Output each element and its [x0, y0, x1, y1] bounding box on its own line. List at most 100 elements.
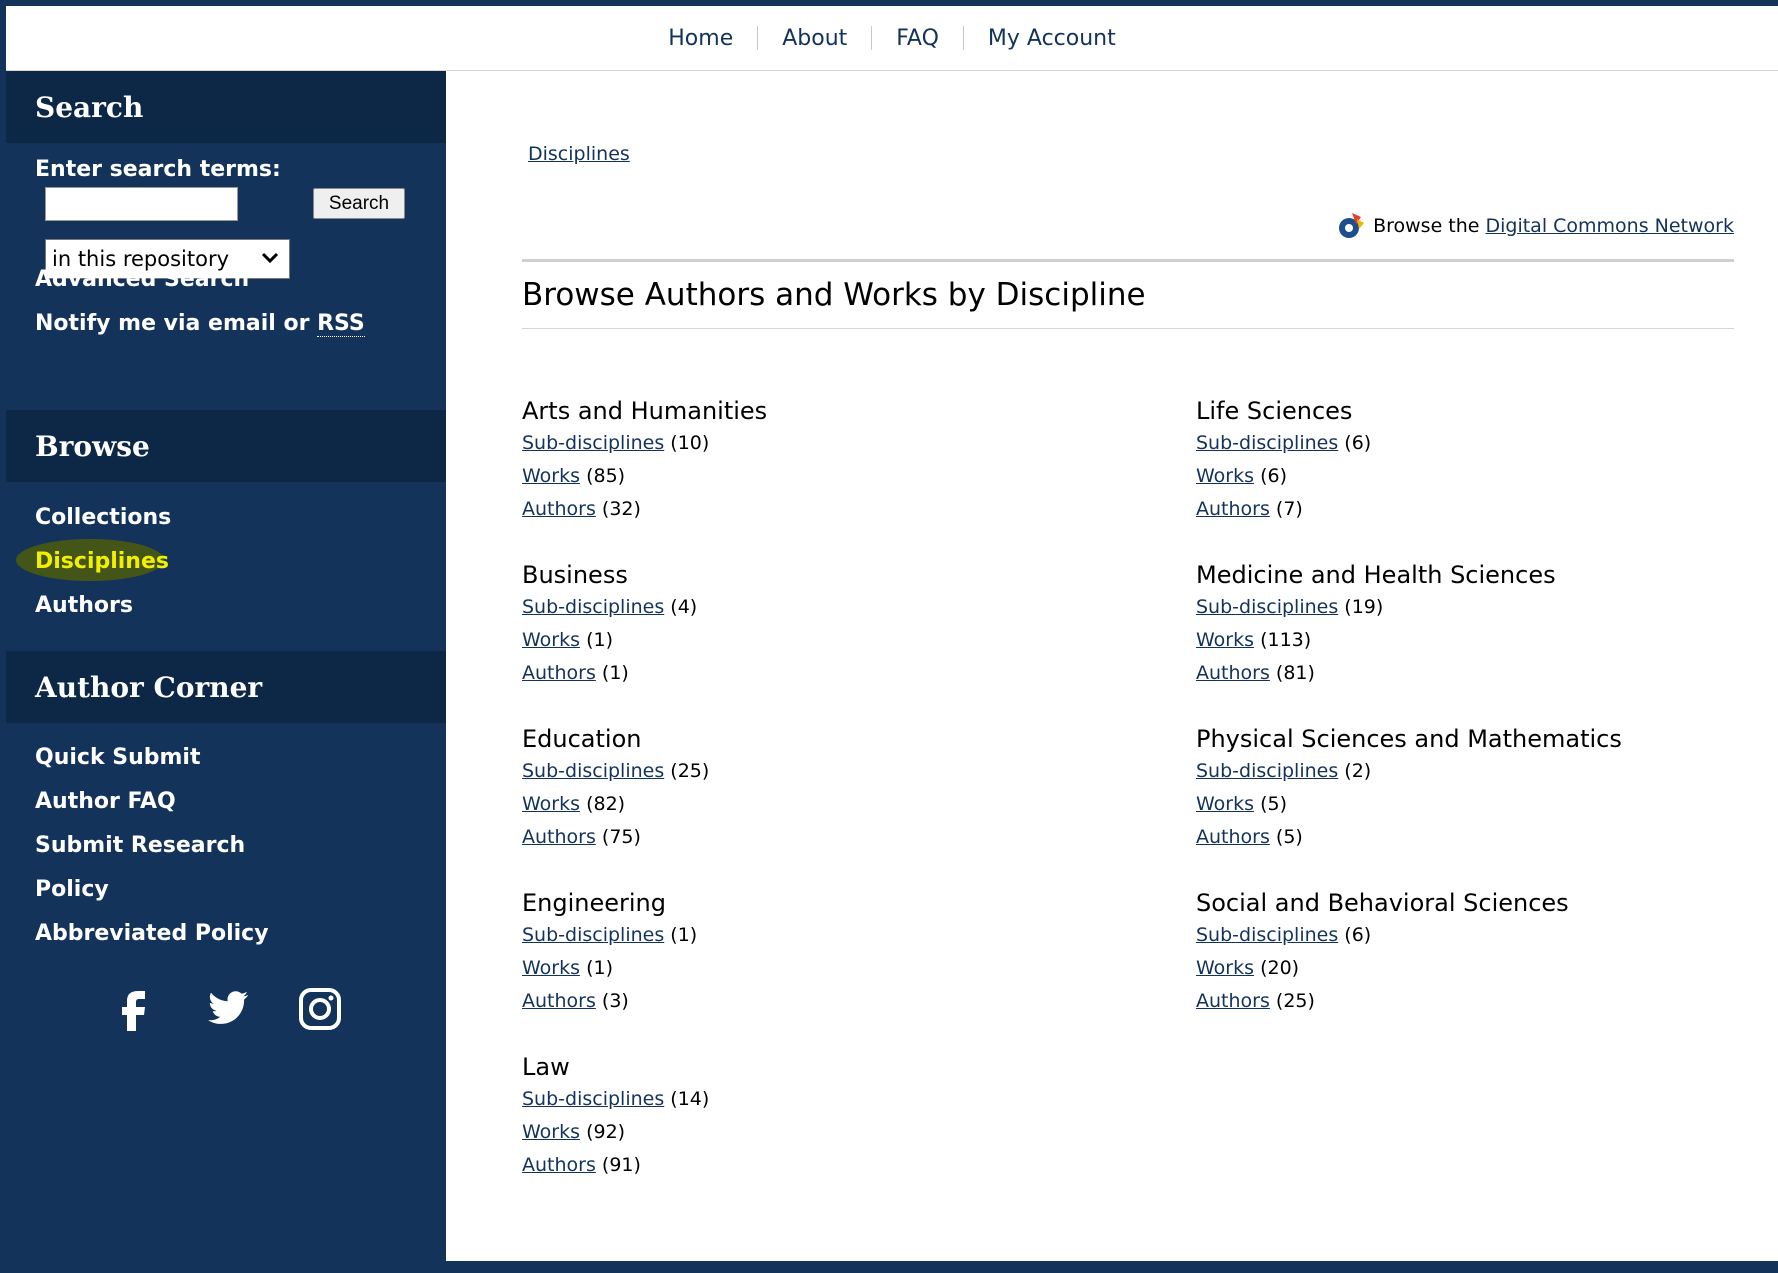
- subdisciplines-link[interactable]: Sub-disciplines: [522, 432, 664, 454]
- discipline-name: Medicine and Health Sciences: [1196, 561, 1556, 589]
- discipline-block: Arts and Humanities Sub-disciplines (10)…: [522, 395, 1082, 526]
- discipline-block: Engineering Sub-disciplines (1) Works (1…: [522, 887, 1082, 1018]
- browse-disciplines-link[interactable]: Disciplines: [35, 549, 169, 574]
- subdisciplines-link[interactable]: Sub-disciplines: [522, 760, 664, 782]
- browse-heading: Browse: [6, 410, 446, 482]
- works-count: (92): [586, 1121, 626, 1143]
- advanced-search-link[interactable]: Advanced Search: [35, 267, 249, 292]
- subdisciplines-link[interactable]: Sub-disciplines: [522, 924, 664, 946]
- search-button[interactable]: Search: [313, 188, 405, 219]
- discipline-name: Law: [522, 1053, 570, 1081]
- works-link[interactable]: Works: [1196, 629, 1254, 651]
- subdisciplines-count: (2): [1344, 760, 1372, 782]
- digital-commons-network-link[interactable]: Digital Commons Network: [1485, 215, 1734, 237]
- nav-faq[interactable]: FAQ: [872, 26, 963, 51]
- subdisciplines-count: (6): [1344, 432, 1372, 454]
- authors-link[interactable]: Authors: [1196, 990, 1270, 1012]
- subdisciplines-count: (10): [670, 432, 710, 454]
- authors-link[interactable]: Authors: [1196, 826, 1270, 848]
- notify-line: Notify me via email or RSS: [35, 311, 365, 337]
- authors-count: (81): [1275, 662, 1315, 684]
- authors-link[interactable]: Authors: [1196, 662, 1270, 684]
- discipline-name: Business: [522, 561, 628, 589]
- discipline-block: Life Sciences Sub-disciplines (6) Works …: [1196, 395, 1756, 526]
- works-link[interactable]: Works: [1196, 957, 1254, 979]
- discipline-block: Law Sub-disciplines (14) Works (92) Auth…: [522, 1051, 1082, 1182]
- subdisciplines-count: (14): [670, 1088, 710, 1110]
- authors-link[interactable]: Authors: [522, 826, 596, 848]
- works-link[interactable]: Works: [522, 1121, 580, 1143]
- discipline-name: Arts and Humanities: [522, 397, 768, 425]
- facebook-icon[interactable]: [116, 987, 152, 1031]
- discipline-block: Education Sub-disciplines (25) Works (82…: [522, 723, 1082, 854]
- subdisciplines-count: (6): [1344, 924, 1372, 946]
- subdisciplines-link[interactable]: Sub-disciplines: [1196, 432, 1338, 454]
- authors-count: (91): [601, 1154, 641, 1176]
- discipline-name: Life Sciences: [1196, 397, 1353, 425]
- works-link[interactable]: Works: [522, 957, 580, 979]
- works-link[interactable]: Works: [1196, 465, 1254, 487]
- subdisciplines-link[interactable]: Sub-disciplines: [522, 596, 664, 618]
- digital-commons-logo-icon: [1339, 213, 1365, 238]
- subdisciplines-count: (4): [670, 596, 698, 618]
- works-count: (6): [1260, 465, 1287, 487]
- works-count: (85): [586, 465, 626, 487]
- authors-link[interactable]: Authors: [522, 662, 596, 684]
- instagram-icon[interactable]: [298, 987, 342, 1031]
- authors-count: (5): [1275, 826, 1303, 848]
- authors-count: (25): [1275, 990, 1315, 1012]
- discipline-name: Physical Sciences and Mathematics: [1196, 725, 1622, 753]
- search-label: Enter search terms:: [35, 157, 281, 182]
- browse-collections-link[interactable]: Collections: [35, 505, 171, 530]
- works-count: (1): [586, 629, 613, 651]
- subdisciplines-link[interactable]: Sub-disciplines: [1196, 924, 1338, 946]
- works-count: (20): [1260, 957, 1300, 979]
- author-corner-heading: Author Corner: [6, 651, 446, 723]
- works-link[interactable]: Works: [1196, 793, 1254, 815]
- nav-about[interactable]: About: [758, 26, 871, 51]
- browse-authors-link[interactable]: Authors: [35, 593, 133, 618]
- authors-count: (1): [601, 662, 629, 684]
- discipline-name: Social and Behavioral Sciences: [1196, 889, 1569, 917]
- quick-submit-link[interactable]: Quick Submit: [35, 745, 200, 770]
- notify-link-text[interactable]: Notify me via email or: [35, 311, 317, 336]
- authors-count: (7): [1275, 498, 1303, 520]
- main-content: Disciplines Browse the Digital Commons N…: [446, 71, 1778, 1261]
- search-input[interactable]: [45, 187, 238, 221]
- nav-my-account[interactable]: My Account: [964, 26, 1140, 51]
- authors-link[interactable]: Authors: [1196, 498, 1270, 520]
- works-link[interactable]: Works: [522, 465, 580, 487]
- discipline-name: Engineering: [522, 889, 666, 917]
- works-link[interactable]: Works: [522, 629, 580, 651]
- nav-home[interactable]: Home: [644, 26, 757, 51]
- abbreviated-policy-link[interactable]: Abbreviated Policy: [35, 921, 269, 946]
- authors-link[interactable]: Authors: [522, 1154, 596, 1176]
- discipline-block: Medicine and Health Sciences Sub-discipl…: [1196, 559, 1756, 690]
- policy-link[interactable]: Policy: [35, 877, 109, 902]
- discipline-name: Education: [522, 725, 642, 753]
- subdisciplines-count: (1): [670, 924, 698, 946]
- author-faq-link[interactable]: Author FAQ: [35, 789, 176, 814]
- rss-link[interactable]: RSS: [317, 311, 365, 337]
- authors-link[interactable]: Authors: [522, 990, 596, 1012]
- discipline-block: Physical Sciences and Mathematics Sub-di…: [1196, 723, 1756, 854]
- authors-link[interactable]: Authors: [522, 498, 596, 520]
- title-top-rule: [522, 259, 1734, 262]
- chevron-down-icon: [261, 252, 279, 264]
- dcn-browse-line: Browse the Digital Commons Network: [1335, 211, 1734, 241]
- breadcrumb-disciplines[interactable]: Disciplines: [528, 143, 630, 165]
- subdisciplines-link[interactable]: Sub-disciplines: [1196, 760, 1338, 782]
- subdisciplines-link[interactable]: Sub-disciplines: [1196, 596, 1338, 618]
- subdisciplines-link[interactable]: Sub-disciplines: [522, 1088, 664, 1110]
- top-navigation: Home About FAQ My Account: [6, 6, 1778, 71]
- works-count: (5): [1260, 793, 1287, 815]
- submit-research-link[interactable]: Submit Research: [35, 833, 245, 858]
- sidebar: Search Enter search terms: Search in thi…: [6, 71, 446, 1261]
- discipline-block: Social and Behavioral Sciences Sub-disci…: [1196, 887, 1756, 1018]
- footer-bar: [6, 1261, 1778, 1273]
- authors-count: (75): [601, 826, 641, 848]
- works-link[interactable]: Works: [522, 793, 580, 815]
- works-count: (1): [586, 957, 613, 979]
- twitter-icon[interactable]: [206, 989, 250, 1029]
- authors-count: (32): [601, 498, 641, 520]
